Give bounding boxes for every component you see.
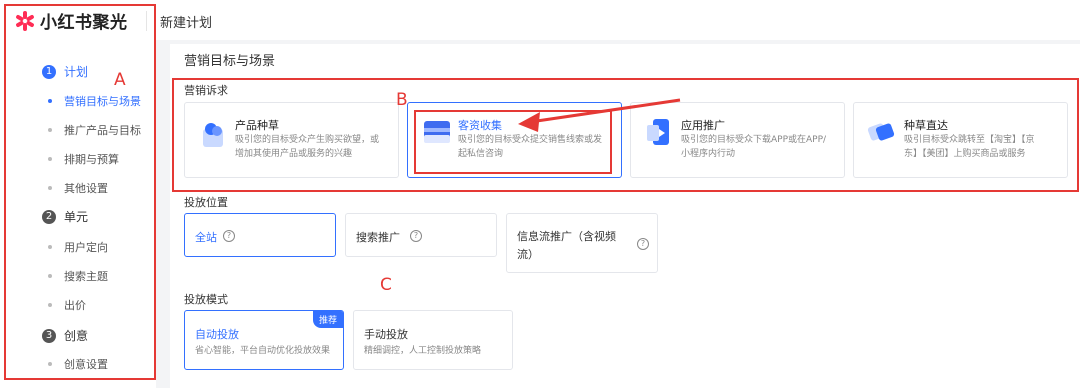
step-number: 3 <box>42 328 56 343</box>
sidebar-group-label: 计划 <box>64 65 89 79</box>
recommend-badge: 推荐 <box>312 311 343 328</box>
sidebar-item-label: 排期与预算 <box>64 153 119 166</box>
card-title: 客资收集 <box>458 119 502 132</box>
mode-title: 投放模式 <box>184 293 228 306</box>
sidebar-item-label: 用户定向 <box>64 241 108 254</box>
sidebar-group-label: 单元 <box>64 210 89 224</box>
appeal-title: 营销诉求 <box>184 84 228 97</box>
placement-title: 投放位置 <box>184 196 228 209</box>
annotation-label-a: A <box>114 70 126 90</box>
step-number: 1 <box>42 64 56 79</box>
option-label-line2: 流） <box>517 248 539 261</box>
option-title: 手动投放 <box>364 328 408 341</box>
sidebar-group-unit[interactable]: 2 单元 <box>42 208 88 225</box>
card-desc-line1: 吸引您的目标受众下载APP或在APP/ <box>681 135 827 145</box>
product-seeding-icon <box>203 123 223 147</box>
card-desc-line2: 增加其使用产品或服务的兴趣 <box>235 149 353 159</box>
sidebar-item-label: 出价 <box>64 299 86 312</box>
card-title: 种草直达 <box>904 119 948 132</box>
appeal-card-seeding[interactable]: 产品种草 吸引您的目标受众产生购买欲望，或 增加其使用产品或服务的兴趣 <box>184 102 399 178</box>
sidebar-group-label: 创意 <box>64 329 89 343</box>
option-desc: 省心智能，平台自动优化投放效果 <box>195 346 331 356</box>
sidebar-item-label: 营销目标与场景 <box>64 95 141 108</box>
app-promotion-icon <box>647 119 669 145</box>
option-label-line1: 信息流推广（含视频 <box>517 230 616 243</box>
top-bar: 新建计划 <box>156 0 1080 40</box>
section-title: 营销目标与场景 <box>184 54 276 69</box>
card-desc-line2: 东】【美团】上购买商品或服务 <box>904 149 1026 159</box>
card-title: 产品种草 <box>235 119 279 132</box>
lead-collection-icon <box>424 121 450 143</box>
brand-logo: 小红书聚光 <box>14 8 128 33</box>
sidebar-item-targeting[interactable]: 用户定向 <box>48 239 108 255</box>
sidebar-item-label: 搜索主题 <box>64 270 108 283</box>
sidebar-item-other[interactable]: 其他设置 <box>48 180 108 196</box>
sidebar-item-goal-scene[interactable]: 营销目标与场景 <box>48 93 141 109</box>
sidebar-item-label: 创意设置 <box>64 358 108 371</box>
annotation-label-c: C <box>380 275 392 295</box>
logo-flower-icon <box>16 10 34 31</box>
sidebar-item-creative-setting[interactable]: 创意设置 <box>48 356 108 372</box>
sidebar-group-creative[interactable]: 3 创意 <box>42 327 88 344</box>
sidebar-item-label: 其他设置 <box>64 182 108 195</box>
card-desc-line1: 吸引目标受众跳转至【淘宝】【京 <box>904 135 1035 145</box>
sidebar-item-bid[interactable]: 出价 <box>48 297 86 313</box>
help-icon[interactable]: ? <box>637 238 649 250</box>
card-desc-line2: 小程序内行动 <box>681 149 736 159</box>
placement-option-feed[interactable]: 信息流推广（含视频 流） ? <box>506 213 658 273</box>
main-panel: 营销目标与场景 营销诉求 产品种草 吸引您的目标受众产生购买欲望，或 增加其使用… <box>170 44 1080 388</box>
direct-seeding-icon <box>867 123 895 141</box>
sidebar-item-schedule[interactable]: 排期与预算 <box>48 151 119 167</box>
sidebar-item-label: 推广产品与目标 <box>64 124 141 137</box>
card-desc-line1: 吸引您的目标受众产生购买欲望，或 <box>235 135 380 145</box>
appeal-card-lead-gen[interactable]: 客资收集 吸引您的目标受众提交销售线索或发 起私信咨询 <box>407 102 622 178</box>
sidebar-item-product[interactable]: 推广产品与目标 <box>48 122 141 138</box>
mode-option-auto[interactable]: 推荐 自动投放 省心智能，平台自动优化投放效果 <box>184 310 344 370</box>
option-label: 全站 <box>195 231 217 244</box>
header-divider <box>146 11 147 31</box>
option-desc: 精细调控，人工控制投放策略 <box>364 346 482 356</box>
placement-option-all[interactable]: 全站 ? <box>184 213 336 257</box>
option-title: 自动投放 <box>195 328 239 341</box>
sidebar: 小红书聚光 1 计划 营销目标与场景 推广产品与目标 排期与预算 其他设置 2 … <box>0 0 156 388</box>
card-desc-line2: 起私信咨询 <box>458 149 504 159</box>
card-desc-line1: 吸引您的目标受众提交销售线索或发 <box>458 135 603 145</box>
help-icon[interactable]: ? <box>410 230 422 242</box>
sidebar-group-plan[interactable]: 1 计划 <box>42 63 88 80</box>
appeal-card-app[interactable]: 应用推广 吸引您的目标受众下载APP或在APP/ 小程序内行动 <box>630 102 845 178</box>
brand-name: 小红书聚光 <box>40 13 128 33</box>
appeal-card-direct[interactable]: 种草直达 吸引目标受众跳转至【淘宝】【京 东】【美团】上购买商品或服务 <box>853 102 1068 178</box>
help-icon[interactable]: ? <box>223 230 235 242</box>
mode-option-manual[interactable]: 手动投放 精细调控，人工控制投放策略 <box>353 310 513 370</box>
page-title: 新建计划 <box>160 16 213 31</box>
annotation-label-b: B <box>396 90 408 110</box>
option-label: 搜索推广 <box>356 231 400 244</box>
card-title: 应用推广 <box>681 119 725 132</box>
step-number: 2 <box>42 209 56 224</box>
sidebar-item-keywords[interactable]: 搜索主题 <box>48 268 108 284</box>
placement-option-search[interactable]: 搜索推广 ? <box>345 213 497 257</box>
